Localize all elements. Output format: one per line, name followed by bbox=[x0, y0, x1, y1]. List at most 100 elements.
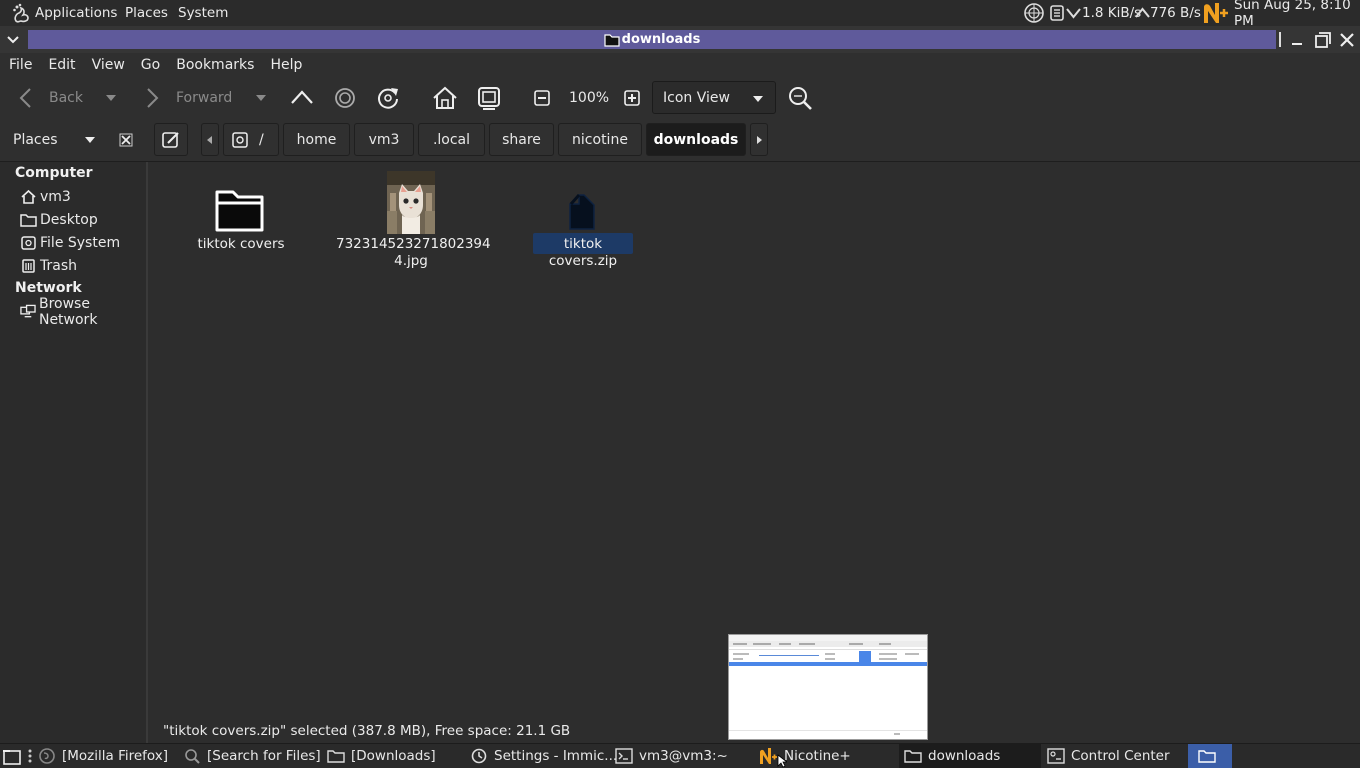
applications-menu[interactable]: Applications bbox=[35, 0, 117, 26]
nicotine-icon bbox=[760, 748, 777, 764]
window-title-strip[interactable]: downloads bbox=[28, 30, 1276, 49]
crumb-home[interactable]: home bbox=[283, 123, 350, 156]
menu-file[interactable]: File bbox=[0, 57, 40, 73]
view-mode-select[interactable]: Icon View bbox=[652, 81, 776, 114]
edit-location-button[interactable] bbox=[154, 123, 188, 156]
drag-handle-icon bbox=[28, 749, 32, 763]
crumb-local[interactable]: .local bbox=[418, 123, 485, 156]
taskbar-item-downloads-bracket[interactable]: [Downloads] bbox=[327, 744, 436, 768]
taskbar-item-downloads-active[interactable]: downloads bbox=[899, 744, 1041, 768]
sidebar-item-label: Desktop bbox=[40, 212, 98, 228]
file-item-tiktok-covers-zip[interactable] bbox=[567, 194, 597, 230]
nicotine-tray-icon[interactable] bbox=[1201, 0, 1229, 26]
taskbar-item-control-center[interactable]: Control Center bbox=[1047, 744, 1170, 768]
image-thumbnail[interactable] bbox=[387, 171, 435, 234]
download-arrow-icon bbox=[1066, 0, 1081, 26]
sidebar-item-vm3[interactable]: vm3 bbox=[20, 186, 71, 208]
menu-go[interactable]: Go bbox=[133, 57, 168, 73]
terminal-icon bbox=[615, 748, 633, 764]
accessibility-icon[interactable] bbox=[1023, 0, 1045, 26]
taskbar-item-terminal[interactable]: vm3@vm3:~ bbox=[615, 744, 728, 768]
upload-arrow-icon bbox=[1135, 0, 1150, 26]
chevron-down-icon bbox=[85, 137, 95, 143]
crumb-vm3[interactable]: vm3 bbox=[354, 123, 414, 156]
folder-icon bbox=[904, 750, 922, 763]
dropdown-arrow-icon bbox=[256, 95, 266, 101]
toolbar: Back Forward 100% Icon View bbox=[0, 77, 1360, 119]
clock[interactable]: Sun Aug 25, 8:10 PM bbox=[1234, 0, 1360, 29]
zoom-in-button[interactable] bbox=[623, 77, 641, 119]
sidebar-selector[interactable]: Places bbox=[0, 119, 148, 161]
places-menu[interactable]: Places bbox=[125, 0, 168, 26]
crumb-share[interactable]: share bbox=[489, 123, 554, 156]
crumb-nicotine[interactable]: nicotine bbox=[558, 123, 642, 156]
location-bar: Places / home vm3 .local share nicotine … bbox=[0, 119, 1360, 162]
forward-history-dropdown[interactable] bbox=[254, 77, 268, 119]
crumb-scroll-left[interactable] bbox=[201, 123, 219, 156]
reload-button[interactable] bbox=[375, 77, 401, 119]
stop-button[interactable] bbox=[333, 77, 357, 119]
forward-button[interactable]: Forward bbox=[142, 77, 232, 119]
taskbar-item-label: [Search for Files] bbox=[207, 748, 321, 764]
sidebar-item-trash[interactable]: Trash bbox=[20, 255, 77, 277]
minimize-icon[interactable] bbox=[1286, 29, 1308, 51]
search-button[interactable] bbox=[787, 77, 813, 119]
close-icon[interactable] bbox=[1336, 29, 1358, 51]
back-button[interactable]: Back bbox=[16, 77, 83, 119]
up-button[interactable] bbox=[289, 77, 315, 119]
back-history-dropdown[interactable] bbox=[104, 77, 118, 119]
net-download-speed: 1.8 KiB/s bbox=[1082, 5, 1142, 21]
window-titlebar[interactable]: downloads bbox=[0, 26, 1360, 53]
forward-label: Forward bbox=[176, 90, 233, 106]
crumb-scroll-right[interactable] bbox=[750, 123, 768, 156]
show-desktop-button[interactable] bbox=[2, 744, 28, 768]
maximize-icon[interactable] bbox=[1312, 29, 1334, 51]
zoom-out-icon bbox=[534, 90, 550, 106]
trash-icon bbox=[22, 259, 35, 273]
zoom-in-icon bbox=[624, 90, 640, 106]
sidebar-item-label: Trash bbox=[40, 258, 77, 274]
folder-icon bbox=[20, 214, 37, 227]
taskbar-item-settings[interactable]: Settings - Immic... bbox=[470, 744, 617, 768]
crumb-root[interactable]: / bbox=[223, 123, 279, 156]
workspace-switcher[interactable] bbox=[1188, 744, 1232, 768]
gnome-foot-icon[interactable] bbox=[10, 0, 32, 26]
menu-edit[interactable]: Edit bbox=[40, 57, 83, 73]
crumb-downloads[interactable]: downloads bbox=[646, 123, 746, 156]
zoom-out-button[interactable] bbox=[533, 77, 551, 119]
sidebar-item-browse-network[interactable]: Browse Network bbox=[20, 296, 146, 328]
taskbar-item-label: [Downloads] bbox=[351, 748, 436, 764]
system-menu[interactable]: System bbox=[178, 0, 228, 26]
home-button[interactable] bbox=[431, 77, 459, 119]
folder-icon bbox=[215, 190, 264, 232]
sidebar-item-desktop[interactable]: Desktop bbox=[20, 209, 98, 231]
taskbar-item-search[interactable]: [Search for Files] bbox=[183, 744, 321, 768]
titlebar-separator bbox=[1279, 32, 1281, 47]
sidebar-item-filesystem[interactable]: File System bbox=[20, 232, 120, 254]
cat-photo-thumbnail bbox=[387, 171, 435, 234]
file-label: tiktok covers.zip bbox=[548, 236, 618, 269]
file-item-tiktok-covers[interactable] bbox=[213, 186, 267, 234]
sidebar-heading-network: Network bbox=[15, 280, 82, 296]
menu-help[interactable]: Help bbox=[262, 57, 310, 73]
computer-button[interactable] bbox=[476, 77, 502, 119]
close-sidebar-icon[interactable] bbox=[119, 133, 133, 147]
folder-icon bbox=[604, 33, 620, 47]
keyboard-icon[interactable] bbox=[1048, 0, 1066, 26]
chevron-right-icon bbox=[757, 135, 762, 144]
file-label: tiktok covers bbox=[197, 236, 285, 252]
zoom-level[interactable]: 100% bbox=[569, 77, 609, 119]
file-label-line2: 4.jpg bbox=[394, 253, 428, 269]
taskbar-item-label: vm3@vm3:~ bbox=[639, 748, 728, 764]
menu-bookmarks[interactable]: Bookmarks bbox=[168, 57, 262, 73]
menu-view[interactable]: View bbox=[84, 57, 133, 73]
folder-icon bbox=[1198, 750, 1216, 763]
dropdown-arrow-icon bbox=[106, 95, 116, 101]
window-menu-chevron-icon[interactable] bbox=[2, 29, 24, 51]
settings-icon bbox=[471, 748, 487, 764]
up-arrow-icon bbox=[291, 90, 313, 104]
back-label: Back bbox=[49, 90, 83, 106]
taskbar-item-firefox[interactable]: [Mozilla Firefox] bbox=[38, 744, 168, 768]
taskbar-item-nicotine[interactable]: Nicotine+ bbox=[758, 744, 851, 768]
window-preview-thumbnail[interactable] bbox=[728, 634, 928, 740]
